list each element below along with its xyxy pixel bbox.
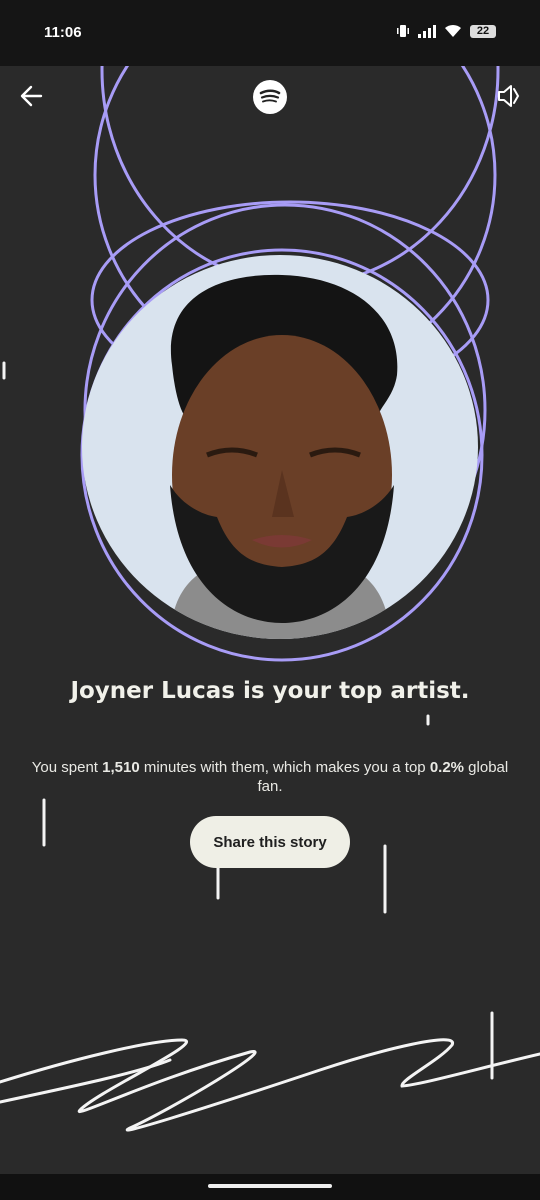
gesture-bar (0, 1174, 540, 1200)
story-screen: 11:06 22 Joyner Lucas is your top artist… (0, 0, 540, 1200)
percent-value: 0.2% (429, 759, 465, 776)
minutes-value: 1,510 (102, 759, 140, 776)
arrow-left-icon (20, 85, 43, 107)
battery-icon: 22 (470, 24, 496, 38)
signal-icon (418, 25, 436, 38)
vibrate-icon (397, 25, 409, 37)
status-icons: 22 (396, 24, 496, 38)
status-bar: 11:06 22 (0, 0, 540, 66)
mute-button[interactable] (488, 76, 528, 116)
back-button[interactable] (12, 76, 52, 116)
scribble-line-2 (0, 1058, 172, 1104)
status-time: 11:06 (44, 24, 82, 41)
subtext-middle: minutes with them, which makes you a top (139, 759, 430, 776)
speaker-muted-icon (498, 85, 520, 107)
artist-photo (82, 255, 478, 639)
home-handle[interactable] (208, 1184, 332, 1188)
story-subtext: You spent 1,510 minutes with them, which… (28, 758, 512, 796)
subtext-prefix: You spent (31, 759, 103, 776)
story-headline: Joyner Lucas is your top artist. (70, 678, 470, 704)
share-story-button[interactable]: Share this story (190, 816, 350, 868)
spotify-logo-icon (253, 80, 287, 114)
wifi-icon (445, 24, 461, 37)
